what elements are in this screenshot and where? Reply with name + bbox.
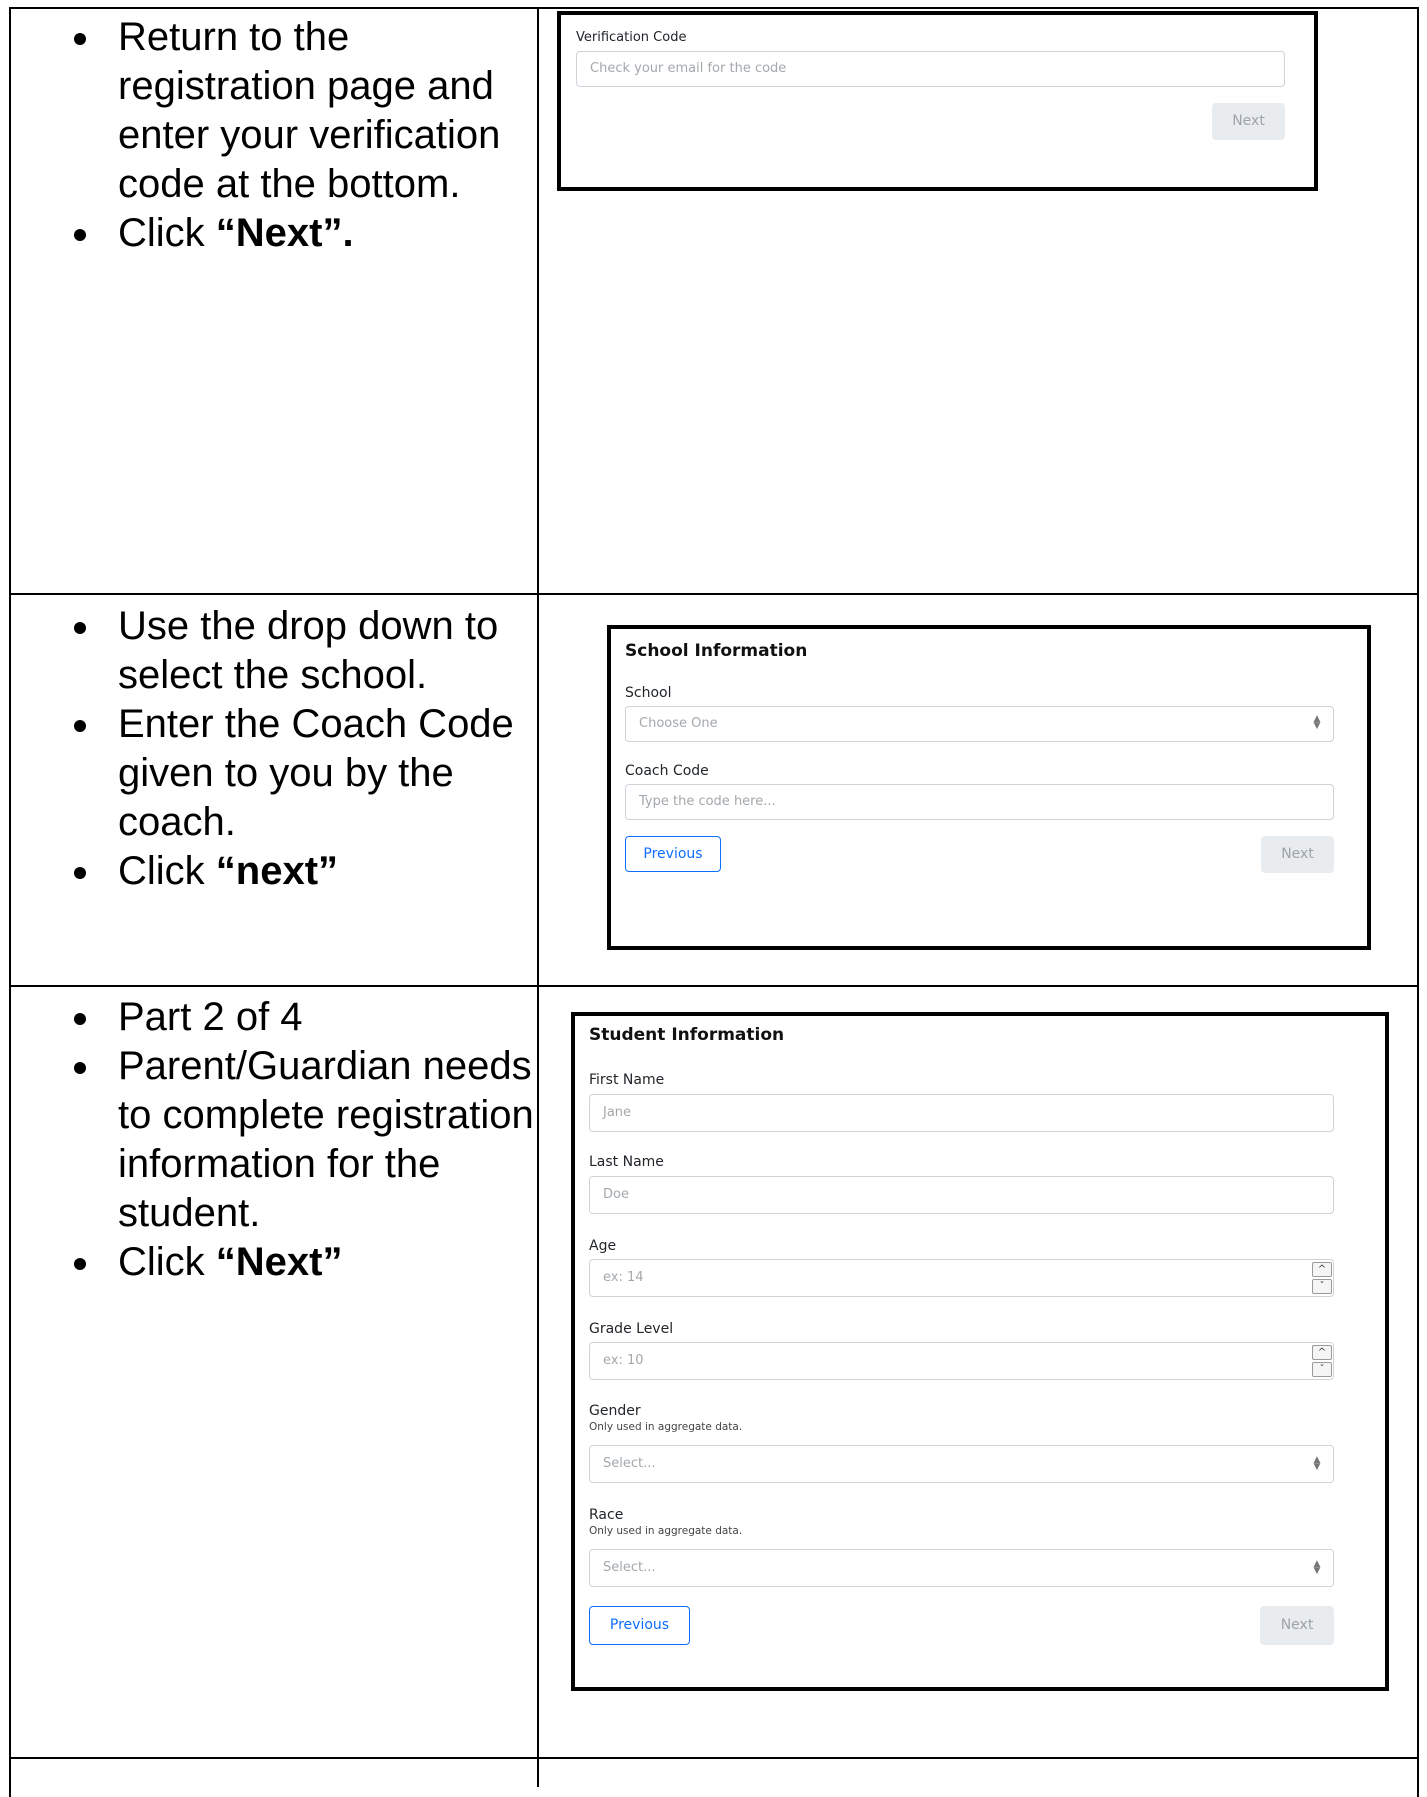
gender-label: Gender: [589, 1403, 641, 1419]
grade-level-stepper[interactable]: ^ ˇ: [1311, 1344, 1333, 1378]
chevron-up-icon[interactable]: ^: [1312, 1345, 1332, 1360]
race-select[interactable]: Select... ▲ ▼: [589, 1549, 1334, 1587]
up-down-chevron-icon: ▲ ▼: [1313, 1455, 1321, 1472]
last-name-placeholder: Doe: [603, 1187, 629, 1202]
coach-code-label: Coach Code: [625, 763, 709, 779]
first-name-label: First Name: [589, 1072, 665, 1088]
panel-title: Student Information: [589, 1025, 785, 1045]
panel-title: School Information: [625, 641, 808, 661]
grade-level-label: Grade Level: [589, 1321, 674, 1337]
age-placeholder: ex: 14: [603, 1270, 644, 1285]
table-row-divider: [9, 593, 1419, 595]
step-item: Return to the registration page and ente…: [64, 13, 534, 209]
step-item: Click “next”: [64, 847, 534, 896]
previous-button[interactable]: Previous: [589, 1606, 690, 1645]
student-information-panel: Student Information First Name Jane Last…: [571, 1012, 1389, 1691]
school-information-panel: School Information School Choose One ▲ ▼ …: [607, 625, 1371, 950]
age-input[interactable]: ex: 14 ^ ˇ: [589, 1259, 1334, 1297]
step-list-school: Use the drop down to select the school. …: [64, 602, 534, 896]
step-item: Part 2 of 4: [64, 993, 534, 1042]
first-name-input[interactable]: Jane: [589, 1094, 1334, 1132]
last-name-input[interactable]: Doe: [589, 1176, 1334, 1214]
age-stepper[interactable]: ^ ˇ: [1311, 1261, 1333, 1295]
grade-level-input[interactable]: ex: 10 ^ ˇ: [589, 1342, 1334, 1380]
verification-code-input[interactable]: Check your email for the code: [576, 51, 1285, 87]
school-select[interactable]: Choose One ▲ ▼: [625, 706, 1334, 742]
up-down-chevron-icon: ▲ ▼: [1313, 714, 1321, 731]
table-column-divider: [537, 7, 539, 1787]
step-item: Click “Next”.: [64, 209, 534, 258]
race-select-placeholder: Select...: [603, 1560, 656, 1575]
step-item: Parent/Guardian needs to complete regist…: [64, 1042, 534, 1238]
previous-button[interactable]: Previous: [625, 836, 721, 872]
next-button[interactable]: Next: [1260, 1606, 1334, 1645]
verification-code-label: Verification Code: [576, 30, 687, 45]
next-button[interactable]: Next: [1212, 103, 1285, 140]
first-name-placeholder: Jane: [603, 1105, 632, 1120]
race-help-text: Only used in aggregate data.: [589, 1525, 743, 1537]
last-name-label: Last Name: [589, 1154, 664, 1170]
verification-code-placeholder: Check your email for the code: [590, 61, 787, 76]
step-item: Enter the Coach Code given to you by the…: [64, 700, 534, 847]
next-button[interactable]: Next: [1261, 836, 1334, 873]
school-label: School: [625, 685, 672, 701]
coach-code-placeholder: Type the code here...: [639, 794, 776, 809]
verification-code-panel: Verification Code Check your email for t…: [557, 11, 1318, 191]
chevron-down-icon[interactable]: ˇ: [1312, 1279, 1332, 1294]
step-item: Click “Next”: [64, 1238, 534, 1287]
step-list-verification: Return to the registration page and ente…: [64, 13, 534, 258]
grade-level-placeholder: ex: 10: [603, 1353, 644, 1368]
age-label: Age: [589, 1238, 617, 1254]
race-label: Race: [589, 1507, 624, 1523]
step-item: Use the drop down to select the school.: [64, 602, 534, 700]
table-row-divider: [9, 1757, 1419, 1759]
gender-select-placeholder: Select...: [603, 1456, 656, 1471]
step-list-student: Part 2 of 4 Parent/Guardian needs to com…: [64, 993, 534, 1287]
chevron-down-icon[interactable]: ˇ: [1312, 1362, 1332, 1377]
coach-code-input[interactable]: Type the code here...: [625, 784, 1334, 820]
gender-select[interactable]: Select... ▲ ▼: [589, 1445, 1334, 1483]
gender-help-text: Only used in aggregate data.: [589, 1421, 743, 1433]
table-row-divider: [9, 985, 1419, 987]
chevron-up-icon[interactable]: ^: [1312, 1262, 1332, 1277]
school-select-placeholder: Choose One: [639, 716, 718, 731]
up-down-chevron-icon: ▲ ▼: [1313, 1559, 1321, 1576]
